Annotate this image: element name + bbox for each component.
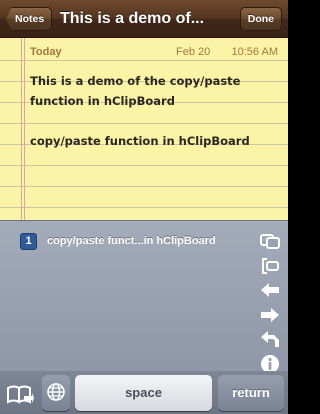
clipboard-item-index: 1	[20, 232, 37, 250]
return-key[interactable]: return	[218, 375, 284, 411]
cut-icon[interactable]	[258, 254, 282, 278]
arrow-left-icon[interactable]	[258, 278, 282, 302]
note-line: copy/paste function in hClipBoard	[30, 134, 250, 148]
clipboard-panel: 1 copy/paste funct...in hClipBoard	[0, 220, 288, 373]
page-title: This is a demo of...	[60, 10, 205, 27]
clipboard-item[interactable]: 1 copy/paste funct...in hClipBoard	[20, 232, 216, 250]
margin-line	[21, 38, 22, 220]
done-button[interactable]: Done	[239, 7, 282, 31]
nav-bar: Notes This is a demo of... Done	[0, 0, 288, 38]
undo-icon[interactable]	[258, 327, 282, 351]
note-meta: Today Feb 20 10:56 AM	[30, 42, 278, 62]
note-line	[30, 111, 276, 131]
arrow-right-icon[interactable]	[258, 303, 282, 327]
margin-line	[24, 38, 25, 220]
note-date: Feb 20	[176, 46, 211, 58]
note-day: Today	[30, 46, 62, 58]
keyboard-bottom-row: space return	[0, 371, 288, 414]
clipboard-item-text: copy/paste funct...in hClipBoard	[47, 235, 216, 247]
globe-icon	[42, 382, 70, 402]
copy-icon[interactable]	[258, 229, 282, 253]
note-line: function in hClipBoard	[30, 94, 175, 108]
notes-back-button[interactable]: Notes	[6, 7, 53, 31]
note-text[interactable]: This is a demo of the copy/paste functio…	[30, 71, 276, 151]
globe-key[interactable]	[42, 375, 70, 411]
note-editor[interactable]: Today Feb 20 10:56 AM This is a demo of …	[0, 38, 288, 220]
space-key[interactable]: space	[75, 375, 212, 411]
book-icon	[4, 382, 36, 406]
note-time: 10:56 AM	[231, 46, 278, 58]
book-key[interactable]	[4, 375, 36, 411]
note-line: This is a demo of the copy/paste	[30, 74, 241, 88]
clipboard-toolbar	[258, 229, 282, 376]
